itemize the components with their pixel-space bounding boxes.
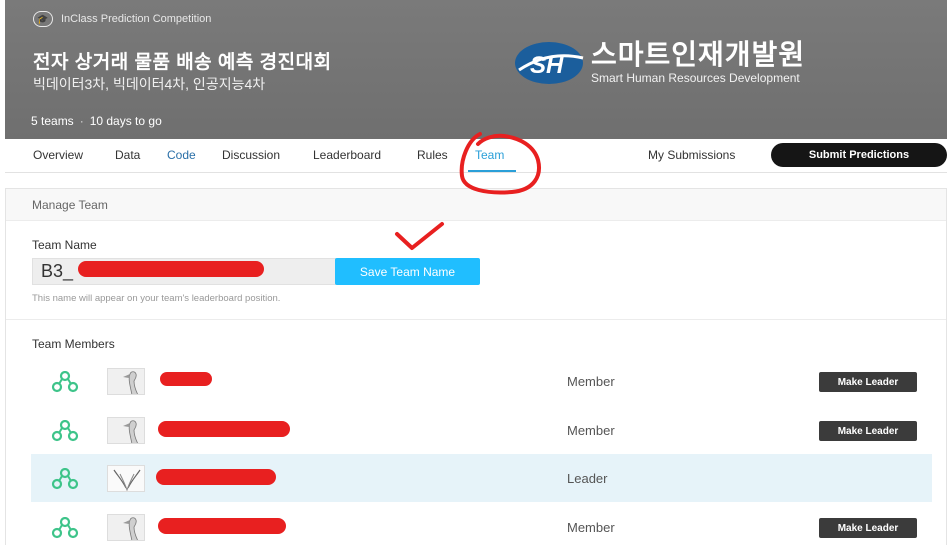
avatar — [107, 514, 145, 541]
deadline: 10 days to go — [89, 114, 162, 128]
competition-type: 🎓 InClass Prediction Competition — [33, 11, 211, 27]
member-role: Leader — [567, 471, 608, 486]
team-members-label: Team Members — [32, 337, 115, 351]
team-member-icon — [51, 468, 79, 490]
team-name-hint: This name will appear on your team's lea… — [32, 293, 281, 304]
manage-team-panel: Manage Team Team Name Save Team Name Thi… — [5, 188, 947, 545]
tab-rules[interactable]: Rules — [417, 148, 448, 162]
tab-discussion[interactable]: Discussion — [222, 148, 280, 162]
animal-avatar-icon — [113, 469, 141, 491]
redaction-mark — [158, 421, 290, 437]
competition-stats: 5 teams · 10 days to go — [31, 114, 162, 128]
competition-type-label: InClass Prediction Competition — [61, 13, 212, 25]
redaction-mark — [158, 518, 286, 534]
separator-dot: · — [79, 114, 84, 128]
smart-hr-logo-icon: SH — [515, 42, 584, 84]
active-tab-indicator — [468, 170, 516, 172]
redaction-mark — [160, 372, 212, 386]
team-member-icon — [51, 371, 79, 393]
logo-korean: 스마트인재개발원 — [591, 39, 806, 70]
my-submissions-link[interactable]: My Submissions — [648, 148, 735, 162]
avatar — [107, 465, 145, 492]
team-member-icon — [51, 420, 79, 442]
avatar — [107, 368, 145, 395]
manage-team-header: Manage Team — [6, 189, 946, 221]
team-member-icon — [51, 517, 79, 539]
tab-overview[interactable]: Overview — [33, 148, 83, 162]
logo-mark-text: SH — [530, 52, 564, 79]
tab-leaderboard[interactable]: Leaderboard — [313, 148, 381, 162]
goose-avatar-icon — [123, 371, 138, 394]
tab-code[interactable]: Code — [167, 148, 196, 162]
graduation-cap-icon: 🎓 — [33, 11, 53, 27]
member-role: Member — [567, 423, 615, 438]
goose-avatar-icon — [123, 517, 138, 540]
submit-predictions-button[interactable]: Submit Predictions — [771, 143, 947, 167]
competition-title: 전자 상거래 물품 배송 예측 경진대회 — [33, 52, 332, 73]
section-divider — [6, 319, 946, 320]
tab-team[interactable]: Team — [475, 148, 504, 162]
competition-nav: Overview Data Code Discussion Leaderboar… — [5, 139, 947, 173]
member-role: Member — [567, 520, 615, 535]
goose-avatar-icon — [123, 420, 138, 443]
logo-english: Smart Human Resources Development — [591, 71, 800, 85]
make-leader-button[interactable]: Make Leader — [819, 421, 917, 441]
make-leader-button[interactable]: Make Leader — [819, 372, 917, 392]
teams-count: 5 teams — [31, 114, 74, 128]
member-role: Member — [567, 374, 615, 389]
host-logo: SH 스마트인재개발원 Smart Human Resources Develo… — [513, 40, 805, 86]
team-name-label: Team Name — [32, 238, 97, 252]
tab-data[interactable]: Data — [115, 148, 140, 162]
redaction-mark — [78, 261, 264, 277]
save-team-name-button[interactable]: Save Team Name — [335, 258, 480, 285]
redaction-mark — [156, 469, 276, 485]
avatar — [107, 417, 145, 444]
make-leader-button[interactable]: Make Leader — [819, 518, 917, 538]
competition-subtitle: 빅데이터3차, 빅데이터4차, 인공지능4차 — [33, 76, 266, 92]
competition-header: 🎓 InClass Prediction Competition 전자 상거래 … — [5, 0, 947, 139]
